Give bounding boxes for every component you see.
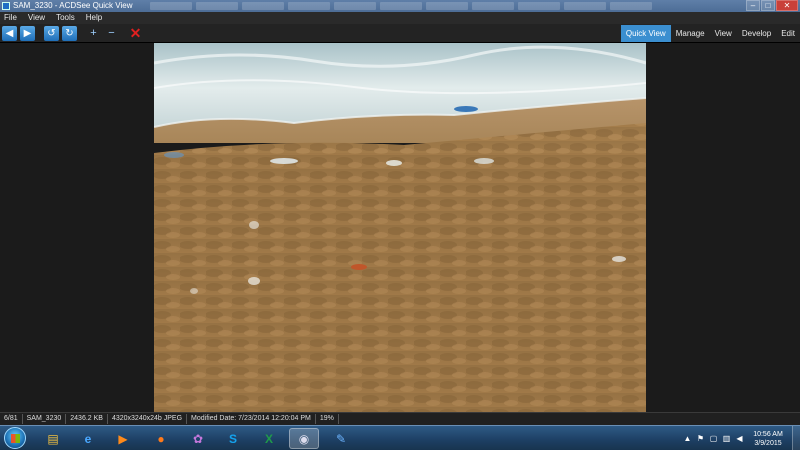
status-image-index: 6/81 bbox=[0, 414, 23, 424]
system-tray: ▲ ⚑ ▢ ▥ ◀ 10:56 AM 3/9/2015 bbox=[683, 426, 800, 450]
menu-help[interactable]: Help bbox=[86, 12, 102, 24]
tab-manage[interactable]: Manage bbox=[671, 25, 710, 42]
tab-quick-view[interactable]: Quick View bbox=[620, 25, 671, 42]
background-tab bbox=[518, 2, 560, 10]
status-zoom: 19% bbox=[316, 414, 339, 424]
show-hidden-icons-icon[interactable]: ▲ bbox=[683, 434, 692, 443]
maximize-button[interactable]: □ bbox=[761, 0, 775, 11]
beach-photo-image bbox=[154, 43, 646, 412]
clock-time: 10:56 AM bbox=[753, 430, 783, 438]
taskbar: ▤ e ▶ ● ✿ S X ◉ ✎ ▲ ⚑ ▢ ▥ ◀ 10:56 AM 3/9… bbox=[0, 425, 800, 450]
tab-edit[interactable]: Edit bbox=[776, 25, 800, 42]
status-bar: 6/81 SAM_3230 2436.2 KB 4320x3240x24b JP… bbox=[0, 412, 800, 425]
background-tab bbox=[380, 2, 422, 10]
acdsee-icon[interactable]: ◉ bbox=[289, 428, 319, 449]
paint-icon[interactable]: ✿ bbox=[183, 428, 213, 449]
excel-icon[interactable]: X bbox=[254, 428, 284, 449]
status-filesize: 2436.2 KB bbox=[66, 414, 108, 424]
rotate-left-icon[interactable]: ↺ bbox=[44, 25, 59, 41]
background-tab bbox=[472, 2, 514, 10]
rotate-right-icon[interactable]: ↻ bbox=[62, 25, 77, 41]
folder-icon[interactable]: ▤ bbox=[38, 428, 68, 449]
image-viewer[interactable] bbox=[0, 43, 800, 412]
app-window: SAM_3230 - ACDSee Quick View – □ ✕ File … bbox=[0, 0, 800, 450]
volume-icon[interactable]: ◀ bbox=[735, 434, 744, 443]
media-player-icon[interactable]: ▶ bbox=[108, 428, 138, 449]
start-button[interactable] bbox=[4, 427, 26, 449]
clock[interactable]: 10:56 AM 3/9/2015 bbox=[748, 430, 788, 448]
device-icon[interactable]: ▢ bbox=[709, 434, 718, 443]
background-tab bbox=[196, 2, 238, 10]
zoom-in-icon[interactable]: + bbox=[86, 26, 101, 41]
beach-photo[interactable] bbox=[154, 43, 646, 412]
show-desktop-button[interactable] bbox=[792, 426, 800, 450]
windows-logo-icon bbox=[11, 434, 20, 443]
skype-icon[interactable]: S bbox=[218, 428, 248, 449]
action-center-icon[interactable]: ⚑ bbox=[696, 434, 705, 443]
paint-net-icon[interactable]: ✎ bbox=[326, 428, 356, 449]
background-tab bbox=[610, 2, 652, 10]
clock-date: 3/9/2015 bbox=[754, 439, 782, 447]
previous-icon[interactable]: ◀ bbox=[2, 25, 17, 41]
background-tab bbox=[242, 2, 284, 10]
tab-develop[interactable]: Develop bbox=[737, 25, 776, 42]
menu-tools[interactable]: Tools bbox=[56, 12, 75, 24]
window-title: SAM_3230 - ACDSee Quick View bbox=[13, 1, 133, 10]
close-button[interactable]: ✕ bbox=[776, 0, 798, 11]
menu-bar: File View Tools Help bbox=[0, 12, 800, 24]
next-icon[interactable]: ▶ bbox=[20, 25, 35, 41]
tab-view[interactable]: View bbox=[710, 25, 737, 42]
status-dimensions: 4320x3240x24b JPEG bbox=[108, 414, 188, 424]
status-filename: SAM_3230 bbox=[23, 414, 67, 424]
window-controls: – □ ✕ bbox=[745, 0, 798, 11]
toolbar: ◀ ▶ ↺ ↻ + − ✕ Quick View Manage View Dev… bbox=[0, 24, 800, 43]
menu-view[interactable]: View bbox=[28, 12, 45, 24]
title-bar[interactable]: SAM_3230 - ACDSee Quick View – □ ✕ bbox=[0, 0, 800, 12]
status-modified-date: Modified Date: 7/23/2014 12:20:04 PM bbox=[187, 414, 316, 424]
menu-file[interactable]: File bbox=[4, 12, 17, 24]
background-tab bbox=[334, 2, 376, 10]
internet-explorer-icon[interactable]: e bbox=[73, 428, 103, 449]
background-tab bbox=[288, 2, 330, 10]
delete-icon[interactable]: ✕ bbox=[128, 25, 143, 41]
minimize-button[interactable]: – bbox=[746, 0, 760, 11]
mode-tabs: Quick View Manage View Develop Edit bbox=[620, 25, 800, 42]
network-icon[interactable]: ▥ bbox=[722, 434, 731, 443]
background-tab bbox=[150, 2, 192, 10]
background-tab bbox=[564, 2, 606, 10]
zoom-out-icon[interactable]: − bbox=[104, 26, 119, 41]
firefox-icon[interactable]: ● bbox=[146, 428, 176, 449]
background-window-tabs bbox=[150, 2, 652, 10]
acdsee-app-icon bbox=[2, 2, 10, 10]
background-tab bbox=[426, 2, 468, 10]
